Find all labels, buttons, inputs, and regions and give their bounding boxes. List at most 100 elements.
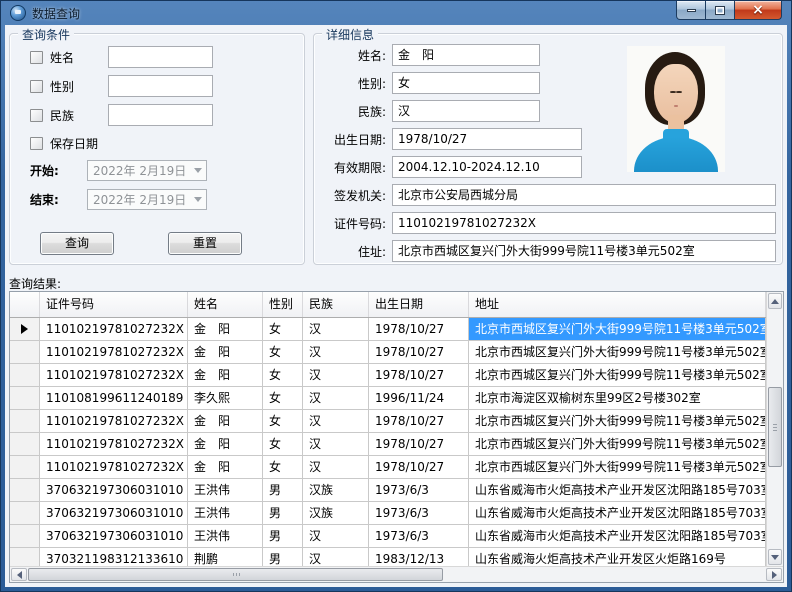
table-cell[interactable]: 男: [263, 548, 303, 566]
table-row[interactable]: 11010219781027232X金 阳女汉1978/10/27北京市西城区复…: [10, 433, 766, 456]
table-cell[interactable]: 汉族: [303, 502, 369, 524]
table-cell[interactable]: 11010219781027232X: [40, 318, 188, 340]
header-birthdate[interactable]: 出生日期: [369, 292, 469, 317]
table-cell[interactable]: 王洪伟: [188, 479, 263, 501]
gender-input[interactable]: [108, 75, 213, 97]
table-cell[interactable]: 汉: [303, 433, 369, 455]
table-cell[interactable]: 山东省威海火炬高技术产业开发区火炬路169号: [469, 548, 766, 566]
row-selector-cell[interactable]: [10, 479, 40, 501]
table-row[interactable]: 11010219781027232X金 阳女汉1978/10/27北京市西城区复…: [10, 318, 766, 341]
end-date-picker[interactable]: 2022年 2月19日: [87, 189, 207, 210]
horizontal-scrollbar[interactable]: [10, 566, 783, 582]
save-date-checkbox[interactable]: [30, 137, 43, 150]
table-cell[interactable]: 金 阳: [188, 318, 263, 340]
table-cell[interactable]: 汉: [303, 318, 369, 340]
table-cell[interactable]: 王洪伟: [188, 502, 263, 524]
start-date-picker[interactable]: 2022年 2月19日: [87, 160, 207, 181]
app-icon[interactable]: [10, 5, 26, 21]
row-selector-cell[interactable]: [10, 456, 40, 478]
table-cell[interactable]: 汉: [303, 387, 369, 409]
table-cell[interactable]: 女: [263, 410, 303, 432]
table-cell[interactable]: 北京市西城区复兴门外大街999号院11号楼3单元502室: [469, 433, 766, 455]
close-button[interactable]: ×: [735, 1, 782, 20]
header-gender[interactable]: 性别: [263, 292, 303, 317]
table-cell[interactable]: 北京市西城区复兴门外大街999号院11号楼3单元502室: [469, 364, 766, 386]
table-cell[interactable]: 北京市西城区复兴门外大街999号院11号楼3单元502室: [469, 410, 766, 432]
row-selector-cell[interactable]: [10, 502, 40, 524]
table-cell[interactable]: 女: [263, 341, 303, 363]
row-selector-cell[interactable]: [10, 525, 40, 547]
gender-checkbox[interactable]: [30, 80, 43, 93]
table-cell[interactable]: 女: [263, 433, 303, 455]
ethnicity-checkbox[interactable]: [30, 109, 43, 122]
table-cell[interactable]: 山东省威海市火炬高技术产业开发区沈阳路185号703室: [469, 525, 766, 547]
scroll-right-button[interactable]: [766, 568, 782, 581]
table-cell[interactable]: 金 阳: [188, 341, 263, 363]
table-cell[interactable]: 北京市西城区复兴门外大街999号院11号楼3单元502室: [469, 341, 766, 363]
table-cell[interactable]: 北京市西城区复兴门外大街999号院11号楼3单元502室: [469, 318, 766, 340]
horizontal-scroll-thumb[interactable]: [28, 568, 443, 581]
table-cell[interactable]: 1973/6/3: [369, 479, 469, 501]
detail-validity-value[interactable]: 2004.12.10-2024.12.10: [392, 156, 582, 178]
query-button[interactable]: 查询: [40, 232, 114, 255]
scroll-down-button[interactable]: [768, 549, 782, 565]
name-input[interactable]: [108, 46, 213, 68]
start-date-dropdown[interactable]: [190, 161, 206, 180]
table-cell[interactable]: 1978/10/27: [369, 433, 469, 455]
header-address[interactable]: 地址: [469, 292, 766, 317]
detail-ethnicity-value[interactable]: 汉: [392, 100, 540, 122]
table-cell[interactable]: 11010219781027232X: [40, 433, 188, 455]
row-selector-cell[interactable]: [10, 433, 40, 455]
row-selector-cell[interactable]: [10, 548, 40, 566]
table-cell[interactable]: 11010219781027232X: [40, 410, 188, 432]
maximize-button[interactable]: [706, 1, 735, 20]
table-cell[interactable]: 王洪伟: [188, 525, 263, 547]
table-cell[interactable]: 女: [263, 364, 303, 386]
table-cell[interactable]: 山东省威海市火炬高技术产业开发区沈阳路185号703室: [469, 479, 766, 501]
table-cell[interactable]: 汉: [303, 341, 369, 363]
table-cell[interactable]: 1996/11/24: [369, 387, 469, 409]
table-cell[interactable]: 11010219781027232X: [40, 341, 188, 363]
detail-address-value[interactable]: 北京市西城区复兴门外大街999号院11号楼3单元502室: [392, 240, 776, 262]
table-cell[interactable]: 荆鹏: [188, 548, 263, 566]
table-cell[interactable]: 370632197306031010: [40, 479, 188, 501]
table-cell[interactable]: 370321198312133610: [40, 548, 188, 566]
table-cell[interactable]: 1978/10/27: [369, 341, 469, 363]
scroll-left-button[interactable]: [11, 568, 27, 581]
vertical-scrollbar[interactable]: [766, 292, 783, 566]
table-row[interactable]: 11010219781027232X金 阳女汉1978/10/27北京市西城区复…: [10, 410, 766, 433]
detail-idnumber-value[interactable]: 11010219781027232X: [392, 212, 776, 234]
table-cell[interactable]: 汉族: [303, 479, 369, 501]
table-cell[interactable]: 金 阳: [188, 410, 263, 432]
table-cell[interactable]: 11010219781027232X: [40, 364, 188, 386]
row-selector-cell[interactable]: [10, 410, 40, 432]
table-row[interactable]: 11010219781027232X金 阳女汉1978/10/27北京市西城区复…: [10, 341, 766, 364]
table-cell[interactable]: 金 阳: [188, 456, 263, 478]
name-checkbox[interactable]: [30, 51, 43, 64]
table-cell[interactable]: 1978/10/27: [369, 318, 469, 340]
table-cell[interactable]: 李久熙: [188, 387, 263, 409]
table-cell[interactable]: 370632197306031010: [40, 502, 188, 524]
table-cell[interactable]: 110108199611240189: [40, 387, 188, 409]
table-cell[interactable]: 女: [263, 318, 303, 340]
detail-birthdate-value[interactable]: 1978/10/27: [392, 128, 582, 150]
reset-button[interactable]: 重置: [168, 232, 242, 255]
table-cell[interactable]: 汉: [303, 548, 369, 566]
scroll-up-button[interactable]: [768, 293, 782, 309]
detail-name-value[interactable]: 金 阳: [392, 44, 540, 66]
table-cell[interactable]: 1978/10/27: [369, 456, 469, 478]
table-cell[interactable]: 金 阳: [188, 364, 263, 386]
table-cell[interactable]: 汉: [303, 364, 369, 386]
titlebar[interactable]: 数据查询 ×: [1, 1, 791, 25]
table-cell[interactable]: 女: [263, 456, 303, 478]
header-name[interactable]: 姓名: [188, 292, 263, 317]
header-id-number[interactable]: 证件号码: [40, 292, 188, 317]
detail-gender-value[interactable]: 女: [392, 72, 540, 94]
table-cell[interactable]: 汉: [303, 525, 369, 547]
row-selector-cell[interactable]: [10, 387, 40, 409]
end-date-dropdown[interactable]: [190, 190, 206, 209]
table-cell[interactable]: 1973/6/3: [369, 502, 469, 524]
table-row[interactable]: 370632197306031010王洪伟男汉族1973/6/3山东省威海市火炬…: [10, 479, 766, 502]
minimize-button[interactable]: [676, 1, 706, 20]
table-row[interactable]: 11010219781027232X金 阳女汉1978/10/27北京市西城区复…: [10, 456, 766, 479]
